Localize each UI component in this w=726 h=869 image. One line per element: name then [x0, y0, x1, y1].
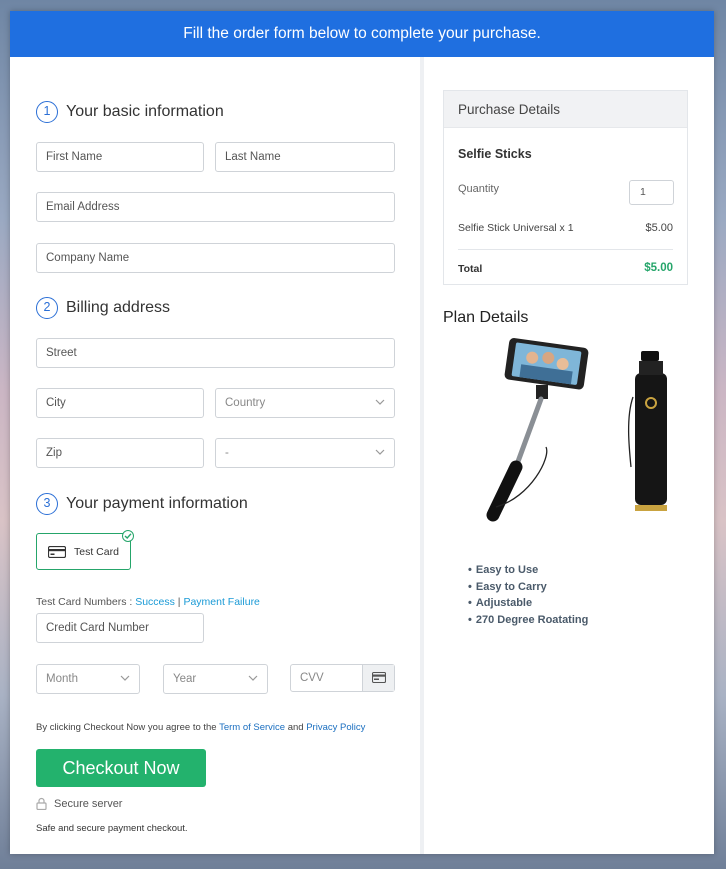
year-select-label: Year: [173, 673, 197, 685]
summary-divider: [458, 249, 673, 250]
country-select-label: Country: [225, 397, 266, 409]
feature-item: 270 Degree Roatating: [468, 612, 588, 629]
cvv-input[interactable]: CVV: [290, 664, 395, 692]
test-numbers-prefix: Test Card Numbers :: [36, 596, 136, 608]
step-number-3: 3: [36, 493, 58, 515]
line-item: Selfie Stick Universal x 1: [458, 222, 574, 234]
secure-server: Secure server: [36, 797, 123, 811]
success-link[interactable]: Success: [135, 596, 175, 608]
card-back-icon: [362, 665, 394, 691]
total-label: Total: [458, 263, 483, 275]
billing-heading: 2 Billing address: [36, 297, 170, 319]
agreement-and: and: [285, 722, 307, 733]
country-select[interactable]: Country: [215, 388, 395, 418]
chevron-down-icon: [120, 673, 130, 683]
order-form-page: Fill the order form below to complete yo…: [10, 11, 714, 854]
total-price: $5.00: [644, 262, 673, 274]
terms-link[interactable]: Term of Service: [219, 722, 285, 733]
plan-details-title: Plan Details: [443, 309, 529, 326]
product-name: Selfie Sticks: [458, 147, 532, 161]
feature-list: Easy to Use Easy to Carry Adjustable 270…: [468, 562, 588, 628]
check-icon: [122, 530, 134, 542]
line-item-price: $5.00: [645, 222, 673, 234]
secure-server-label: Secure server: [54, 797, 123, 810]
purchase-details-header: Purchase Details: [444, 91, 687, 128]
feature-item: Easy to Use: [468, 562, 588, 579]
feature-item: Easy to Carry: [468, 579, 588, 596]
month-select[interactable]: Month: [36, 664, 140, 694]
payment-title: Your payment information: [66, 495, 248, 512]
billing-title: Billing address: [66, 299, 171, 316]
cvv-placeholder: CVV: [300, 672, 324, 684]
basic-info-title: Your basic information: [66, 103, 224, 120]
agreement-prefix: By clicking Checkout Now you agree to th…: [36, 722, 220, 733]
payment-failure-link[interactable]: Payment Failure: [183, 596, 259, 608]
test-card-numbers: Test Card Numbers : Success | Payment Fa…: [36, 596, 260, 608]
purchase-details-box: Purchase Details Selfie Sticks Quantity …: [443, 90, 688, 285]
safe-checkout-text: Safe and secure payment checkout.: [36, 823, 188, 834]
agreement-text: By clicking Checkout Now you agree to th…: [36, 722, 365, 733]
order-form: 1 Your basic information First Name Last…: [10, 57, 420, 854]
feature-item: Adjustable: [468, 595, 588, 612]
privacy-link[interactable]: Privacy Policy: [306, 722, 365, 733]
chevron-down-icon: [375, 447, 385, 457]
city-input[interactable]: City: [36, 388, 204, 418]
chevron-down-icon: [375, 397, 385, 407]
credit-card-icon: [47, 545, 67, 558]
test-card-option[interactable]: Test Card: [36, 533, 131, 570]
header-banner: Fill the order form below to complete yo…: [10, 11, 714, 57]
selfie-stick-image: [461, 337, 676, 532]
basic-info-heading: 1 Your basic information: [36, 101, 224, 123]
card-number-input[interactable]: Credit Card Number: [36, 613, 204, 643]
company-input[interactable]: Company Name: [36, 243, 395, 273]
last-name-input[interactable]: Last Name: [215, 142, 395, 172]
month-select-label: Month: [46, 673, 78, 685]
first-name-input[interactable]: First Name: [36, 142, 204, 172]
state-select[interactable]: -: [215, 438, 395, 468]
street-input[interactable]: Street: [36, 338, 395, 368]
lock-icon: [36, 797, 47, 811]
payment-heading: 3 Your payment information: [36, 493, 248, 515]
quantity-label: Quantity: [458, 183, 499, 195]
summary-panel: Purchase Details Selfie Sticks Quantity …: [424, 57, 714, 854]
chevron-down-icon: [248, 673, 258, 683]
email-input[interactable]: Email Address: [36, 192, 395, 222]
state-select-label: -: [225, 447, 229, 459]
step-number-2: 2: [36, 297, 58, 319]
checkout-button[interactable]: Checkout Now: [36, 749, 206, 787]
zip-input[interactable]: Zip: [36, 438, 204, 468]
quantity-input[interactable]: 1: [629, 180, 674, 205]
year-select[interactable]: Year: [163, 664, 268, 694]
test-card-label: Test Card: [74, 545, 119, 558]
step-number-1: 1: [36, 101, 58, 123]
